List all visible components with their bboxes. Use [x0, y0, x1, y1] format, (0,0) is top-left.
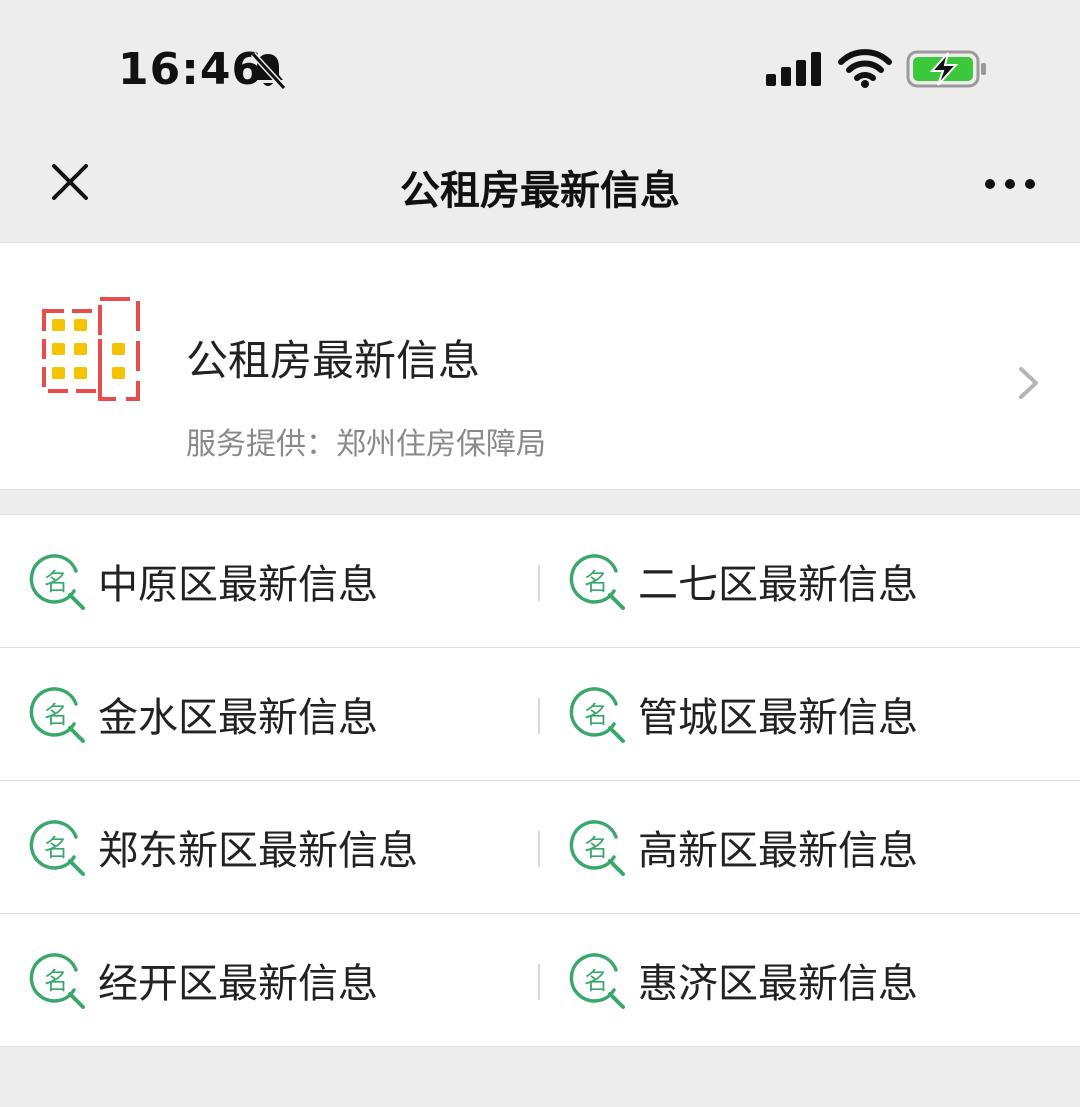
name-search-icon: 名 [29, 554, 85, 610]
district-link-label: 金水区最新信息 [98, 695, 378, 741]
name-search-icon: 名 [29, 953, 85, 1009]
district-link[interactable]: 名 郑东新区最新信息 [28, 781, 528, 913]
bell-muted-icon [250, 51, 287, 91]
district-link[interactable]: 名 管城区最新信息 [568, 648, 1068, 780]
chevron-right-icon [1019, 367, 1038, 399]
more-icon[interactable] [984, 172, 1036, 196]
district-link[interactable]: 名 惠济区最新信息 [568, 914, 1068, 1046]
link-row: 名 经开区最新信息 名 惠济区最新信息 [0, 913, 1080, 1047]
district-link-label: 二七区最新信息 [638, 562, 918, 608]
status-bar: 16:46 [0, 0, 1080, 130]
link-row: 名 中原区最新信息 名 二七区最新信息 [0, 514, 1080, 647]
svg-text:名: 名 [44, 568, 68, 596]
page-title: 公租房最新信息 [400, 168, 680, 214]
svg-text:名: 名 [44, 701, 68, 729]
district-link[interactable]: 名 二七区最新信息 [568, 515, 1068, 647]
battery-charging-icon [906, 50, 986, 88]
svg-text:名: 名 [584, 967, 608, 995]
building-logo-icon [42, 297, 140, 401]
wifi-icon [838, 49, 892, 88]
svg-text:名: 名 [584, 701, 608, 729]
link-row: 名 金水区最新信息 名 管城区最新信息 [0, 647, 1080, 780]
svg-text:名: 名 [584, 834, 608, 862]
link-row: 名 郑东新区最新信息 名 高新区最新信息 [0, 780, 1080, 913]
district-link-label: 中原区最新信息 [98, 562, 378, 608]
svg-text:名: 名 [44, 967, 68, 995]
svg-text:名: 名 [44, 834, 68, 862]
svg-text:名: 名 [584, 568, 608, 596]
column-divider [538, 964, 540, 1000]
signal-icon [766, 52, 821, 86]
service-name: 公租房最新信息 [186, 336, 481, 385]
link-grid: 名 中原区最新信息 名 二七区最新信息 名 金水区最新信息 名 管城区最新信息 … [0, 514, 1080, 1047]
district-link[interactable]: 名 金水区最新信息 [28, 648, 528, 780]
name-search-icon: 名 [569, 687, 625, 743]
name-search-icon: 名 [29, 820, 85, 876]
district-link[interactable]: 名 经开区最新信息 [28, 914, 528, 1046]
district-link-label: 管城区最新信息 [638, 695, 918, 741]
district-link-label: 经开区最新信息 [98, 961, 378, 1007]
status-time: 16:46 [118, 44, 264, 95]
column-divider [538, 831, 540, 867]
name-search-icon: 名 [569, 953, 625, 1009]
district-link-label: 惠济区最新信息 [638, 961, 918, 1007]
district-link[interactable]: 名 高新区最新信息 [568, 781, 1068, 913]
name-search-icon: 名 [569, 820, 625, 876]
district-link-label: 郑东新区最新信息 [98, 828, 418, 874]
name-search-icon: 名 [569, 554, 625, 610]
name-search-icon: 名 [29, 687, 85, 743]
district-link[interactable]: 名 中原区最新信息 [28, 515, 528, 647]
service-provider: 服务提供：郑州住房保障局 [186, 427, 546, 462]
district-link-label: 高新区最新信息 [638, 828, 918, 874]
column-divider [538, 698, 540, 734]
column-divider [538, 565, 540, 601]
service-card[interactable]: 公租房最新信息 服务提供：郑州住房保障局 [0, 242, 1080, 490]
